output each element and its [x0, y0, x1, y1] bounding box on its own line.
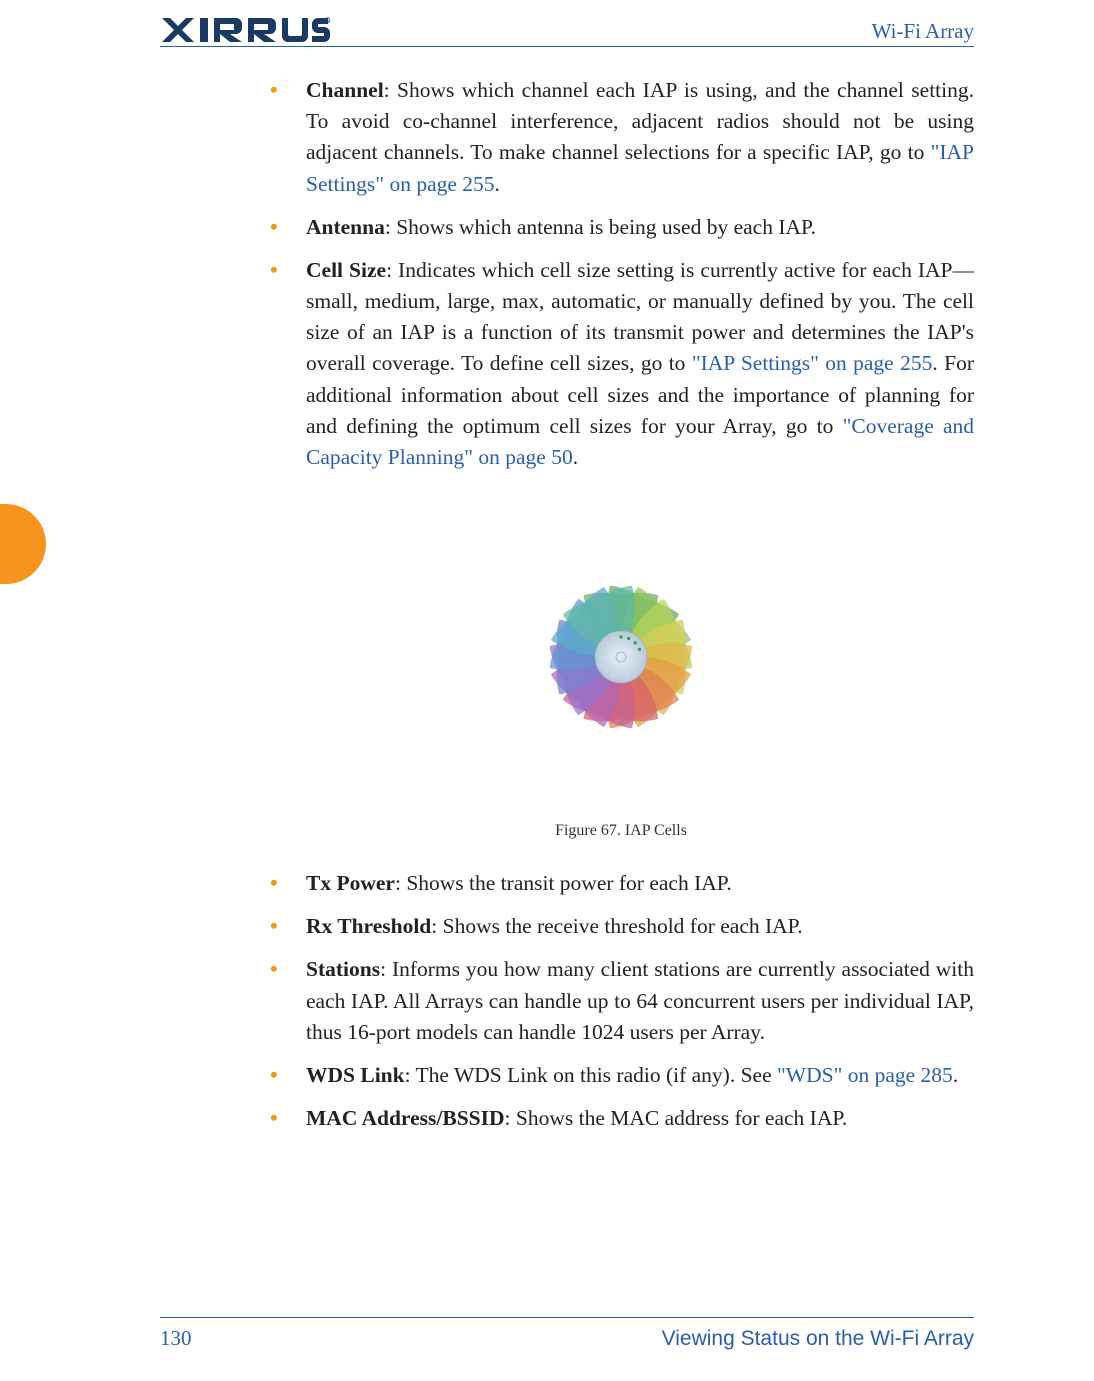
bullet-term: Rx Threshold — [306, 914, 431, 938]
bullet-stations: Stations: Informs you how many client st… — [268, 954, 974, 1048]
figure-iap-cells: (function(){ const svg = document.curren… — [268, 507, 974, 840]
bullet-text: : Shows which channel each IAP is using,… — [306, 78, 974, 164]
bullet-text: : Informs you how many client stations a… — [306, 957, 974, 1043]
bullet-text-tail: . — [953, 1063, 958, 1087]
link-wds[interactable]: "WDS" on page 285 — [777, 1063, 953, 1087]
page-header: R Wi-Fi Array — [160, 0, 974, 47]
bullet-text: : Shows the receive threshold for each I… — [431, 914, 802, 938]
page-number: 130 — [160, 1326, 192, 1351]
bullet-rx-threshold: Rx Threshold: Shows the receive threshol… — [268, 911, 974, 942]
page-tab-marker — [0, 504, 46, 584]
bullet-text: : Shows which antenna is being used by e… — [385, 215, 816, 239]
section-title: Viewing Status on the Wi-Fi Array — [662, 1327, 974, 1351]
bullet-tx-power: Tx Power: Shows the transit power for ea… — [268, 868, 974, 899]
bullet-term: Channel — [306, 78, 384, 102]
bullet-term: MAC Address/BSSID — [306, 1106, 505, 1130]
bullet-term: Antenna — [306, 215, 385, 239]
xirrus-logo: R — [160, 16, 330, 44]
bullet-channel: Channel: Shows which channel each IAP is… — [268, 75, 974, 200]
content-area: Channel: Shows which channel each IAP is… — [160, 75, 974, 1134]
bullet-cell-size: Cell Size: Indicates which cell size set… — [268, 255, 974, 473]
bullet-term: Stations — [306, 957, 380, 981]
bullet-text: : Shows the MAC address for each IAP. — [505, 1106, 848, 1130]
link-iap-settings[interactable]: "IAP Settings" on page 255 — [692, 351, 933, 375]
bullet-term: WDS Link — [306, 1063, 405, 1087]
bullet-antenna: Antenna: Shows which antenna is being us… — [268, 212, 974, 243]
bullet-mac-bssid: MAC Address/BSSID: Shows the MAC address… — [268, 1103, 974, 1134]
svg-text:R: R — [327, 19, 330, 23]
bullet-wds-link: WDS Link: The WDS Link on this radio (if… — [268, 1060, 974, 1091]
bullet-text: : Shows the transit power for each IAP. — [395, 871, 732, 895]
page-body: R Wi-Fi Array Channel: Shows which chann… — [160, 0, 974, 1146]
bullet-term: Cell Size — [306, 258, 386, 282]
bullet-text-tail: . — [495, 172, 500, 196]
header-product-name: Wi-Fi Array — [872, 19, 974, 44]
bullet-term: Tx Power — [306, 871, 395, 895]
page-footer: 130 Viewing Status on the Wi-Fi Array — [160, 1317, 974, 1351]
bullet-text: : The WDS Link on this radio (if any). S… — [405, 1063, 777, 1087]
bullet-text-tail: . — [573, 445, 578, 469]
figure-caption: Figure 67. IAP Cells — [268, 822, 974, 840]
